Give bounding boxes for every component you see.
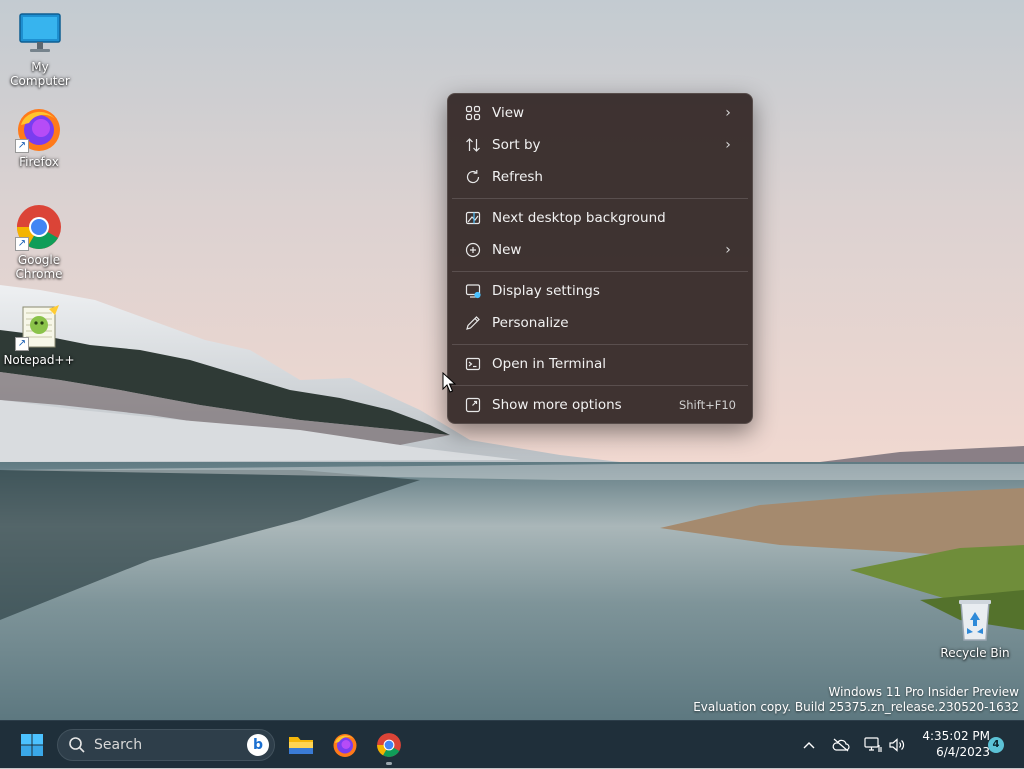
keyboard-shortcut: Shift+F10 bbox=[678, 398, 736, 412]
menu-item-new[interactable]: New › bbox=[452, 235, 748, 265]
clock-time: 4:35:02 PM bbox=[922, 729, 990, 743]
menu-item-refresh[interactable]: Refresh bbox=[452, 162, 748, 192]
chevron-right-icon: › bbox=[725, 105, 731, 121]
search-placeholder: Search bbox=[94, 737, 143, 753]
menu-item-label: New bbox=[492, 242, 522, 258]
menu-item-next-desktop-background[interactable]: Next desktop background bbox=[452, 203, 748, 233]
windows-evaluation-watermark: Windows 11 Pro Insider Preview Evaluatio… bbox=[693, 685, 1019, 715]
mouse-cursor-icon bbox=[442, 372, 456, 393]
menu-item-sort-by[interactable]: Sort by › bbox=[452, 130, 748, 160]
menu-item-view[interactable]: View › bbox=[452, 98, 748, 128]
taskbar: Search b 4:35:02 PM 6/4/2023 4 bbox=[0, 720, 1024, 768]
shortcut-arrow-icon: ↗ bbox=[15, 139, 29, 153]
notepad-plus-plus-icon: ↗ bbox=[15, 303, 63, 351]
taskbar-chrome[interactable] bbox=[371, 727, 407, 763]
chevron-up-icon bbox=[803, 742, 815, 749]
menu-item-personalize[interactable]: Personalize bbox=[452, 308, 748, 338]
menu-item-label: Refresh bbox=[492, 169, 543, 185]
monitor-icon bbox=[16, 10, 64, 58]
sort-icon bbox=[462, 136, 484, 154]
start-button[interactable] bbox=[14, 727, 50, 763]
desktop-icon-notepad-plus-plus[interactable]: ↗ Notepad++ bbox=[0, 303, 79, 367]
next-background-icon bbox=[462, 209, 484, 227]
desktop-icon-google-chrome[interactable]: ↗ Google Chrome bbox=[0, 203, 79, 281]
pen-icon bbox=[462, 314, 484, 332]
desktop-context-menu: View › Sort by › Refresh Next desktop ba… bbox=[447, 93, 753, 424]
cloud-off-icon bbox=[832, 738, 850, 752]
desktop-icon-recycle-bin[interactable]: Recycle Bin bbox=[935, 596, 1015, 660]
show-hidden-icons-button[interactable] bbox=[798, 721, 820, 769]
network-icon bbox=[864, 737, 882, 752]
tray-network[interactable] bbox=[862, 721, 884, 769]
display-icon bbox=[462, 282, 484, 300]
menu-separator bbox=[452, 271, 748, 272]
search-icon bbox=[69, 737, 85, 753]
taskbar-clock[interactable]: 4:35:02 PM 6/4/2023 bbox=[912, 728, 990, 760]
chevron-right-icon: › bbox=[725, 137, 731, 153]
taskbar-firefox[interactable] bbox=[327, 727, 363, 763]
tray-onedrive[interactable] bbox=[830, 721, 852, 769]
menu-item-label: Display settings bbox=[492, 283, 600, 299]
desktop-icon-label: Recycle Bin bbox=[940, 646, 1010, 660]
menu-item-label: View bbox=[492, 105, 525, 121]
menu-separator bbox=[452, 385, 748, 386]
tray-volume[interactable] bbox=[886, 721, 908, 769]
menu-item-label: Personalize bbox=[492, 315, 569, 331]
shortcut-arrow-icon: ↗ bbox=[15, 237, 29, 251]
desktop-icon-label: Notepad++ bbox=[3, 353, 75, 367]
folder-icon bbox=[289, 737, 313, 754]
menu-separator bbox=[452, 198, 748, 199]
recycle-bin-icon bbox=[951, 596, 999, 644]
watermark-edition: Windows 11 Pro Insider Preview bbox=[828, 685, 1019, 699]
speaker-icon bbox=[889, 738, 905, 752]
chevron-right-icon: › bbox=[725, 242, 731, 258]
menu-item-display-settings[interactable]: Display settings bbox=[452, 276, 748, 306]
desktop-icon-label: Google Chrome bbox=[15, 253, 63, 281]
watermark-build: Evaluation copy. Build 25375.zn_release.… bbox=[693, 700, 1019, 714]
menu-item-label: Show more options bbox=[492, 397, 622, 413]
taskbar-search-box[interactable]: Search b bbox=[57, 729, 275, 761]
desktop-icon-label: Firefox bbox=[19, 155, 59, 169]
plus-circle-icon bbox=[462, 241, 484, 259]
running-indicator bbox=[386, 762, 392, 765]
desktop-icon-label: My Computer bbox=[10, 60, 70, 88]
clock-date: 6/4/2023 bbox=[936, 745, 990, 759]
desktop-icon-my-computer[interactable]: My Computer bbox=[0, 10, 80, 88]
taskbar-file-explorer[interactable] bbox=[283, 727, 319, 763]
shortcut-arrow-icon: ↗ bbox=[15, 337, 29, 351]
desktop-icon-firefox[interactable]: ↗ Firefox bbox=[0, 105, 79, 169]
windows-logo-icon bbox=[21, 734, 43, 756]
grid-icon bbox=[462, 104, 484, 122]
menu-item-label: Open in Terminal bbox=[492, 356, 606, 372]
menu-item-show-more-options[interactable]: Show more options Shift+F10 bbox=[452, 390, 748, 420]
terminal-icon bbox=[462, 355, 484, 373]
firefox-icon: ↗ bbox=[15, 105, 63, 153]
bing-icon[interactable]: b bbox=[247, 734, 269, 756]
refresh-icon bbox=[462, 168, 484, 186]
chrome-icon bbox=[377, 733, 401, 757]
menu-item-label: Sort by bbox=[492, 137, 541, 153]
chrome-icon: ↗ bbox=[15, 203, 63, 251]
firefox-icon bbox=[333, 734, 357, 757]
menu-item-label: Next desktop background bbox=[492, 210, 666, 226]
menu-separator bbox=[452, 344, 748, 345]
menu-item-open-in-terminal[interactable]: Open in Terminal bbox=[452, 349, 748, 379]
more-options-icon bbox=[462, 396, 484, 414]
notification-badge[interactable]: 4 bbox=[988, 737, 1004, 753]
